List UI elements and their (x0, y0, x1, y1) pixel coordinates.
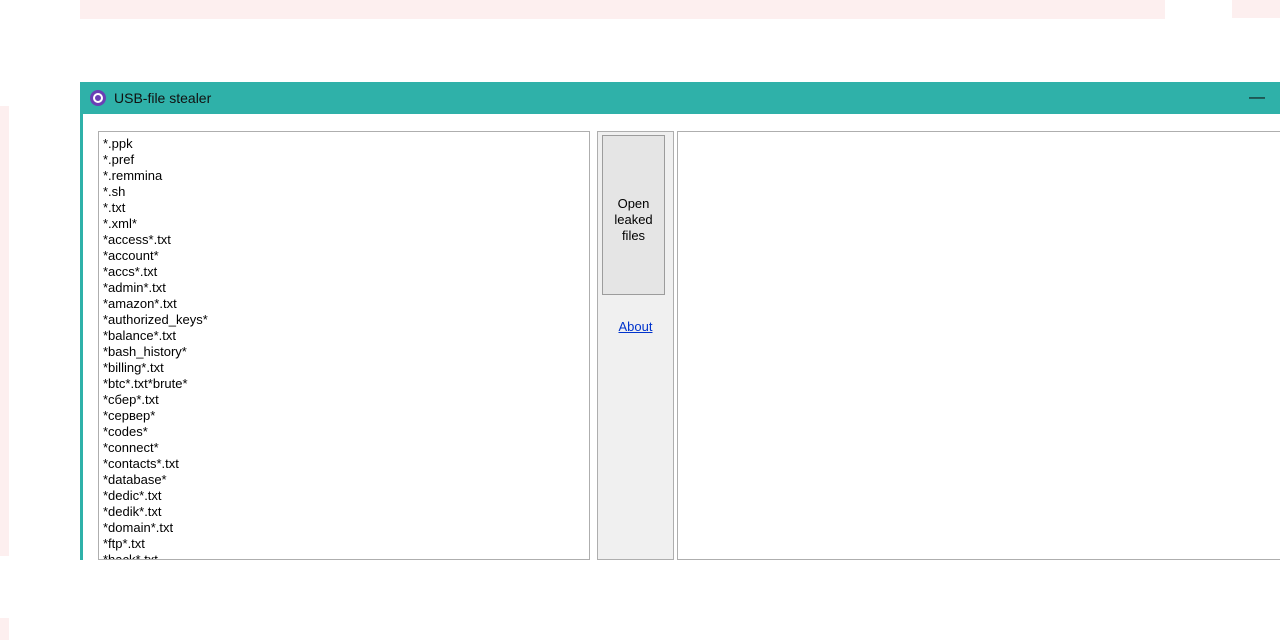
pattern-line[interactable]: *ftp*.txt (103, 536, 585, 552)
open-leaked-files-button[interactable]: Openleakedfiles (602, 135, 665, 295)
pattern-line[interactable]: *hack*.txt (103, 552, 585, 559)
about-link-container: About (598, 319, 673, 334)
pattern-line[interactable]: *admin*.txt (103, 280, 585, 296)
pattern-line[interactable]: *database* (103, 472, 585, 488)
background-block (0, 618, 9, 640)
open-leaked-files-label: Open (603, 196, 664, 212)
window-title: USB-file stealer (114, 90, 211, 106)
pattern-line[interactable]: *.ppk (103, 136, 585, 152)
pattern-line[interactable]: *.remmina (103, 168, 585, 184)
pattern-line[interactable]: *amazon*.txt (103, 296, 585, 312)
pattern-line[interactable]: *сбер*.txt (103, 392, 585, 408)
pattern-line[interactable]: *.txt (103, 200, 585, 216)
pattern-line[interactable]: *bash_history* (103, 344, 585, 360)
background-block (80, 0, 1165, 19)
pattern-line[interactable]: *.sh (103, 184, 585, 200)
pattern-line[interactable]: *сервер* (103, 408, 585, 424)
pattern-line[interactable]: *.xml* (103, 216, 585, 232)
title-bar[interactable]: USB-file stealer — (80, 82, 1280, 114)
pattern-line[interactable]: *authorized_keys* (103, 312, 585, 328)
app-icon (90, 90, 106, 106)
pattern-line[interactable]: *dedic*.txt (103, 488, 585, 504)
pattern-line[interactable]: *btc*.txt*brute* (103, 376, 585, 392)
background-block (1232, 0, 1280, 18)
application-window: USB-file stealer — *.ppk*.pref*.remmina*… (80, 82, 1280, 560)
pattern-line[interactable]: *balance*.txt (103, 328, 585, 344)
background-block (0, 106, 9, 556)
pattern-list-panel: *.ppk*.pref*.remmina*.sh*.txt*.xml**acce… (98, 131, 590, 560)
results-panel (677, 131, 1280, 560)
about-link[interactable]: About (619, 319, 653, 334)
pattern-line[interactable]: *contacts*.txt (103, 456, 585, 472)
client-area: *.ppk*.pref*.remmina*.sh*.txt*.xml**acce… (80, 114, 1280, 560)
pattern-line[interactable]: *codes* (103, 424, 585, 440)
pattern-line[interactable]: *access*.txt (103, 232, 585, 248)
open-leaked-files-label: leaked (603, 212, 664, 228)
pattern-list[interactable]: *.ppk*.pref*.remmina*.sh*.txt*.xml**acce… (99, 132, 589, 559)
pattern-line[interactable]: *account* (103, 248, 585, 264)
side-controls-panel: Openleakedfiles About (597, 131, 674, 560)
pattern-line[interactable]: *accs*.txt (103, 264, 585, 280)
minimize-button[interactable]: — (1244, 82, 1270, 114)
pattern-line[interactable]: *dedik*.txt (103, 504, 585, 520)
pattern-line[interactable]: *domain*.txt (103, 520, 585, 536)
pattern-line[interactable]: *.pref (103, 152, 585, 168)
open-leaked-files-label: files (603, 228, 664, 244)
pattern-line[interactable]: *connect* (103, 440, 585, 456)
pattern-line[interactable]: *billing*.txt (103, 360, 585, 376)
